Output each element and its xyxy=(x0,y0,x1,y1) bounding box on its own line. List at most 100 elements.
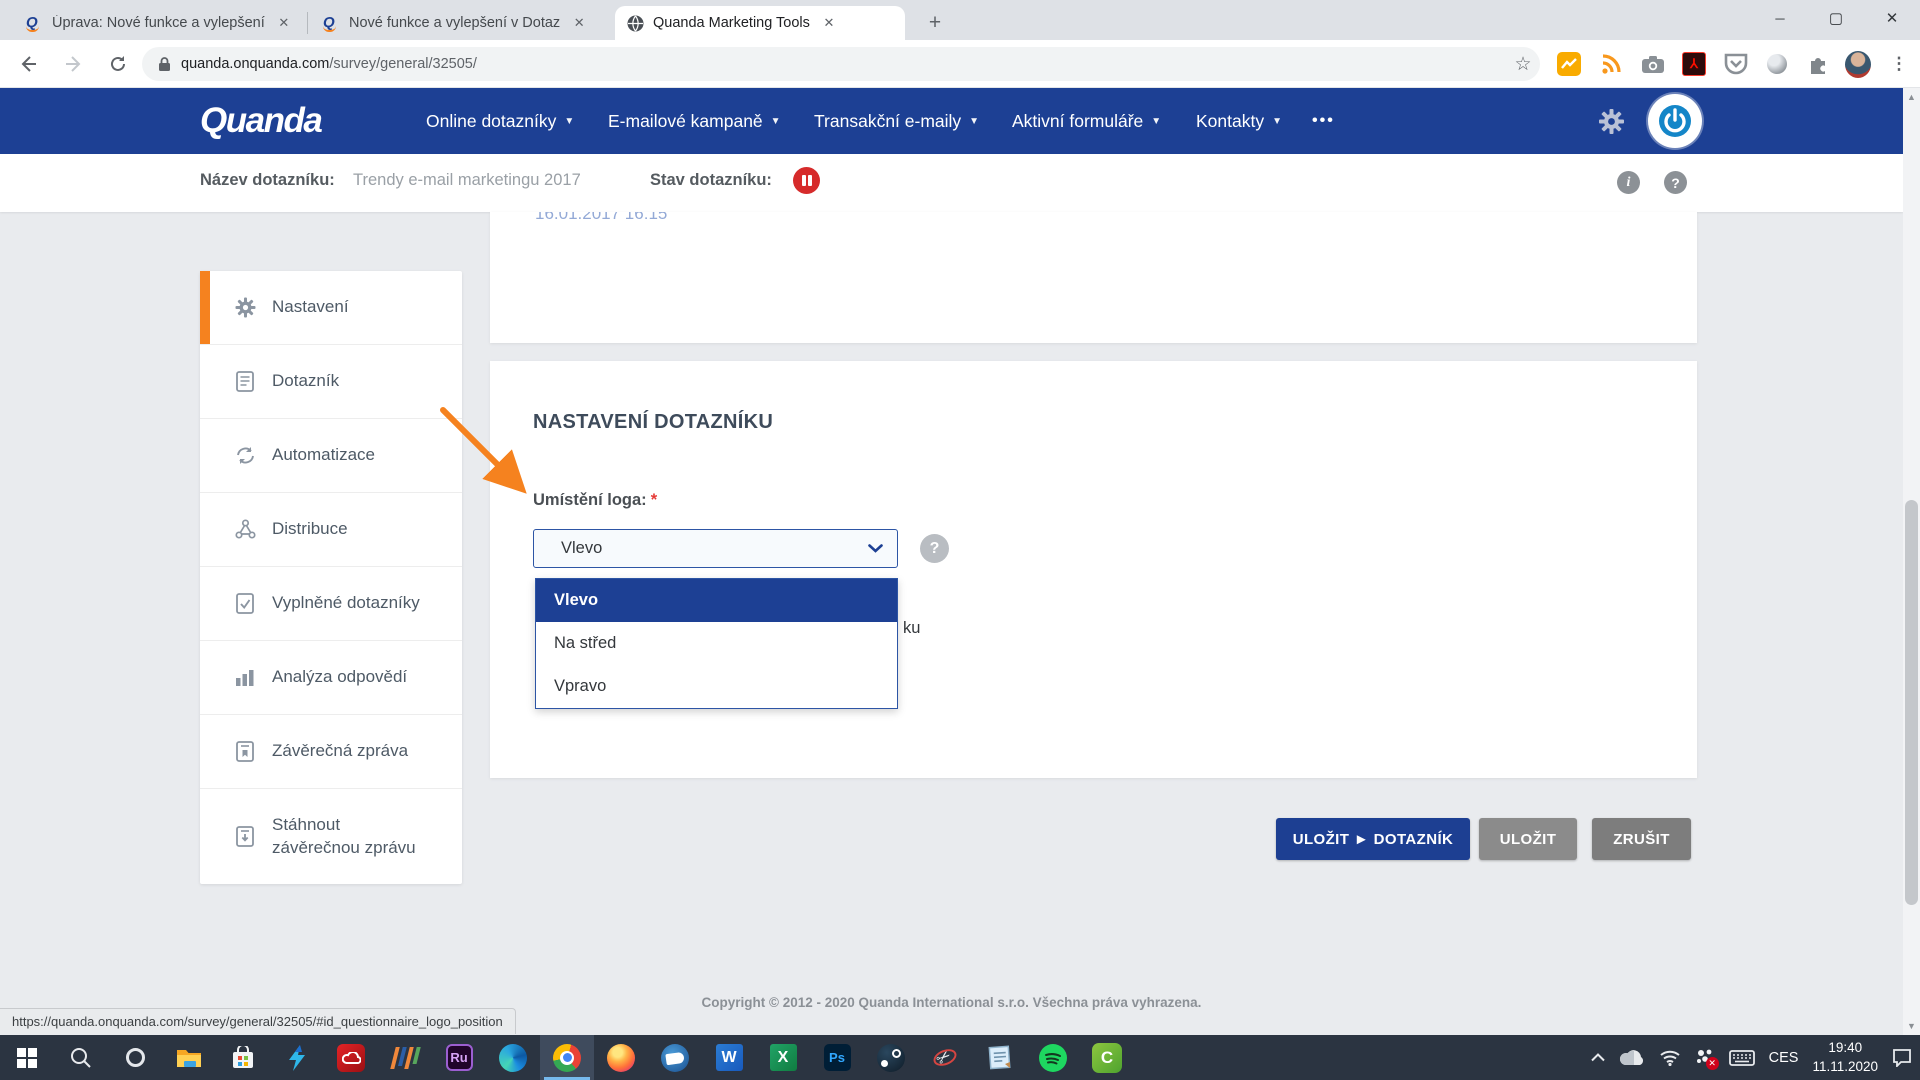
minimize-button[interactable]: ─ xyxy=(1752,0,1808,36)
camtasia-icon[interactable]: C xyxy=(1080,1035,1134,1080)
rss-extension-icon[interactable] xyxy=(1598,51,1624,77)
zoner-lightning-icon[interactable] xyxy=(270,1035,324,1080)
survey-name-label: Název dotazníku: xyxy=(200,171,335,190)
wifi-icon[interactable] xyxy=(1659,1049,1681,1066)
forward-icon[interactable] xyxy=(58,48,90,80)
file-explorer-icon[interactable] xyxy=(162,1035,216,1080)
nav-aktivni-formulare[interactable]: Aktivní formuláře▼ xyxy=(1012,88,1161,154)
quanda-favicon: Q xyxy=(323,15,340,32)
tab-close-icon[interactable]: ✕ xyxy=(820,14,838,32)
color-bars-app-icon[interactable] xyxy=(378,1035,432,1080)
scroll-down-icon[interactable]: ▼ xyxy=(1903,1021,1920,1031)
nav-transakcni-emaily[interactable]: Transakční e-maily▼ xyxy=(814,88,979,154)
sidebar-item-nastaveni[interactable]: Nastavení xyxy=(200,271,462,344)
extensions-puzzle-icon[interactable] xyxy=(1805,51,1831,77)
touch-keyboard-icon[interactable] xyxy=(1729,1050,1755,1066)
reload-icon[interactable] xyxy=(102,48,134,80)
help-icon[interactable]: ? xyxy=(1664,171,1687,194)
date: 11.11.2020 xyxy=(1812,1058,1878,1076)
settings-gear-icon[interactable] xyxy=(1598,108,1625,140)
logo-position-dropdown: Vlevo Na střed Vpravo xyxy=(535,578,898,709)
microsoft-excel-icon[interactable]: X xyxy=(756,1035,810,1080)
bookmark-star-icon[interactable]: ☆ xyxy=(1510,51,1536,77)
photoshop-icon[interactable]: Ps xyxy=(810,1035,864,1080)
save-button[interactable]: ULOŽIT xyxy=(1479,818,1577,860)
system-tray: ✕ CES 19:40 11.11.2020 xyxy=(1591,1035,1912,1080)
sidebar-item-vyplnene-dotazniky[interactable]: Vyplněné dotazníky xyxy=(200,566,462,640)
info-icon[interactable]: i xyxy=(1617,171,1640,194)
scrollbar-thumb[interactable] xyxy=(1905,500,1918,905)
microsoft-word-icon[interactable]: W xyxy=(702,1035,756,1080)
save-questionnaire-button[interactable]: ULOŽIT ► DOTAZNÍK xyxy=(1276,818,1470,860)
tab-close-icon[interactable]: ✕ xyxy=(570,14,588,32)
nav-more-menu[interactable]: ••• xyxy=(1312,88,1335,154)
language-indicator[interactable]: CES xyxy=(1769,1050,1799,1066)
option-vlevo[interactable]: Vlevo xyxy=(536,579,897,622)
pocket-extension-icon[interactable] xyxy=(1723,51,1749,77)
profile-avatar[interactable] xyxy=(1845,51,1871,77)
tab-close-icon[interactable]: ✕ xyxy=(275,14,293,32)
adobe-creative-cloud-icon[interactable] xyxy=(324,1035,378,1080)
new-tab-button[interactable]: + xyxy=(920,8,950,38)
snipping-tool-icon[interactable]: ✂ xyxy=(918,1035,972,1080)
clock[interactable]: 19:40 11.11.2020 xyxy=(1812,1039,1878,1075)
onedrive-cloud-icon[interactable] xyxy=(1619,1050,1645,1066)
sidebar: Nastavení Dotazník Automatizace Distribu… xyxy=(200,271,462,884)
chevron-down-icon: ▼ xyxy=(1151,116,1161,127)
download-report-icon xyxy=(234,826,256,847)
sidebar-item-stahnout-zaverecnou-zpravu[interactable]: Stáhnout závěrečnou zprávu xyxy=(200,788,462,885)
firefox-icon[interactable] xyxy=(594,1035,648,1080)
back-icon[interactable] xyxy=(12,48,44,80)
quanda-favicon: Q xyxy=(26,15,43,32)
settings-card: NASTAVENÍ DOTAZNÍKU Umístění loga:* ku V… xyxy=(490,361,1697,778)
tray-chevron-up-icon[interactable] xyxy=(1591,1053,1605,1062)
sync-error-icon[interactable]: ✕ xyxy=(1695,1048,1715,1068)
app-navbar: Quanda Online dotazníky▼ E-mailové kampa… xyxy=(0,88,1903,154)
premiere-rush-icon[interactable]: Ru xyxy=(432,1035,486,1080)
analytics-extension-icon[interactable] xyxy=(1556,51,1582,77)
browser-tab-2[interactable]: Q Nové funkce a vylepšení v Dotaz ✕ xyxy=(311,6,603,40)
microsoft-edge-icon[interactable] xyxy=(486,1035,540,1080)
steam-icon[interactable] xyxy=(864,1035,918,1080)
scroll-up-icon[interactable]: ▲ xyxy=(1903,92,1920,102)
acrobat-extension-icon[interactable]: ⅄ xyxy=(1681,51,1707,77)
sidebar-item-dotaznik[interactable]: Dotazník xyxy=(200,344,462,418)
option-vpravo[interactable]: Vpravo xyxy=(536,665,897,708)
browser-menu-kebab-icon[interactable]: ⋮ xyxy=(1886,51,1912,77)
start-button[interactable] xyxy=(0,1035,54,1080)
maximize-button[interactable]: ▢ xyxy=(1808,0,1864,36)
survey-header-bar: Název dotazníku: Trendy e-mail marketing… xyxy=(0,154,1903,212)
thunderbird-icon[interactable] xyxy=(648,1035,702,1080)
sidebar-item-zaverecna-zprava[interactable]: Závěrečná zpráva xyxy=(200,714,462,788)
microsoft-store-icon[interactable] xyxy=(216,1035,270,1080)
cancel-button[interactable]: ZRUŠIT xyxy=(1592,818,1691,860)
cortana-icon[interactable] xyxy=(108,1035,162,1080)
spotify-icon[interactable] xyxy=(1026,1035,1080,1080)
status-paused-icon[interactable] xyxy=(793,167,820,194)
camera-extension-icon[interactable] xyxy=(1640,51,1666,77)
page-scrollbar[interactable]: ▲ ▼ xyxy=(1903,88,1920,1035)
action-center-icon[interactable] xyxy=(1892,1048,1912,1067)
notepad-icon[interactable] xyxy=(972,1035,1026,1080)
browser-tab-active[interactable]: Quanda Marketing Tools ✕ xyxy=(615,6,905,40)
field-help-icon[interactable]: ? xyxy=(920,534,949,563)
quanda-logo[interactable]: Quanda xyxy=(200,101,321,141)
sidebar-item-analyza-odpovedi[interactable]: Analýza odpovědí xyxy=(200,640,462,714)
nav-kontakty[interactable]: Kontakty▼ xyxy=(1196,88,1282,154)
google-chrome-icon-active[interactable] xyxy=(540,1035,594,1080)
nav-online-dotazniky[interactable]: Online dotazníky▼ xyxy=(426,88,574,154)
close-window-button[interactable]: ✕ xyxy=(1864,0,1920,36)
clipboard-check-icon xyxy=(234,593,256,614)
sidebar-item-distribuce[interactable]: Distribuce xyxy=(200,492,462,566)
power-logo[interactable] xyxy=(1648,94,1702,148)
taskbar-search-icon[interactable] xyxy=(54,1035,108,1080)
sphere-extension-icon[interactable] xyxy=(1764,51,1790,77)
browser-tab-1[interactable]: Q Úprava: Nové funkce a vylepšení ✕ xyxy=(14,6,304,40)
url-bar[interactable]: quanda.onquanda.com/survey/general/32505… xyxy=(142,47,1540,81)
logo-position-select[interactable]: Vlevo xyxy=(533,529,898,568)
required-asterisk: * xyxy=(651,491,657,509)
option-na-stred[interactable]: Na střed xyxy=(536,622,897,665)
chevron-down-icon: ▼ xyxy=(771,116,781,127)
sidebar-item-automatizace[interactable]: Automatizace xyxy=(200,418,462,492)
nav-emailove-kampane[interactable]: E-mailové kampaně▼ xyxy=(608,88,781,154)
